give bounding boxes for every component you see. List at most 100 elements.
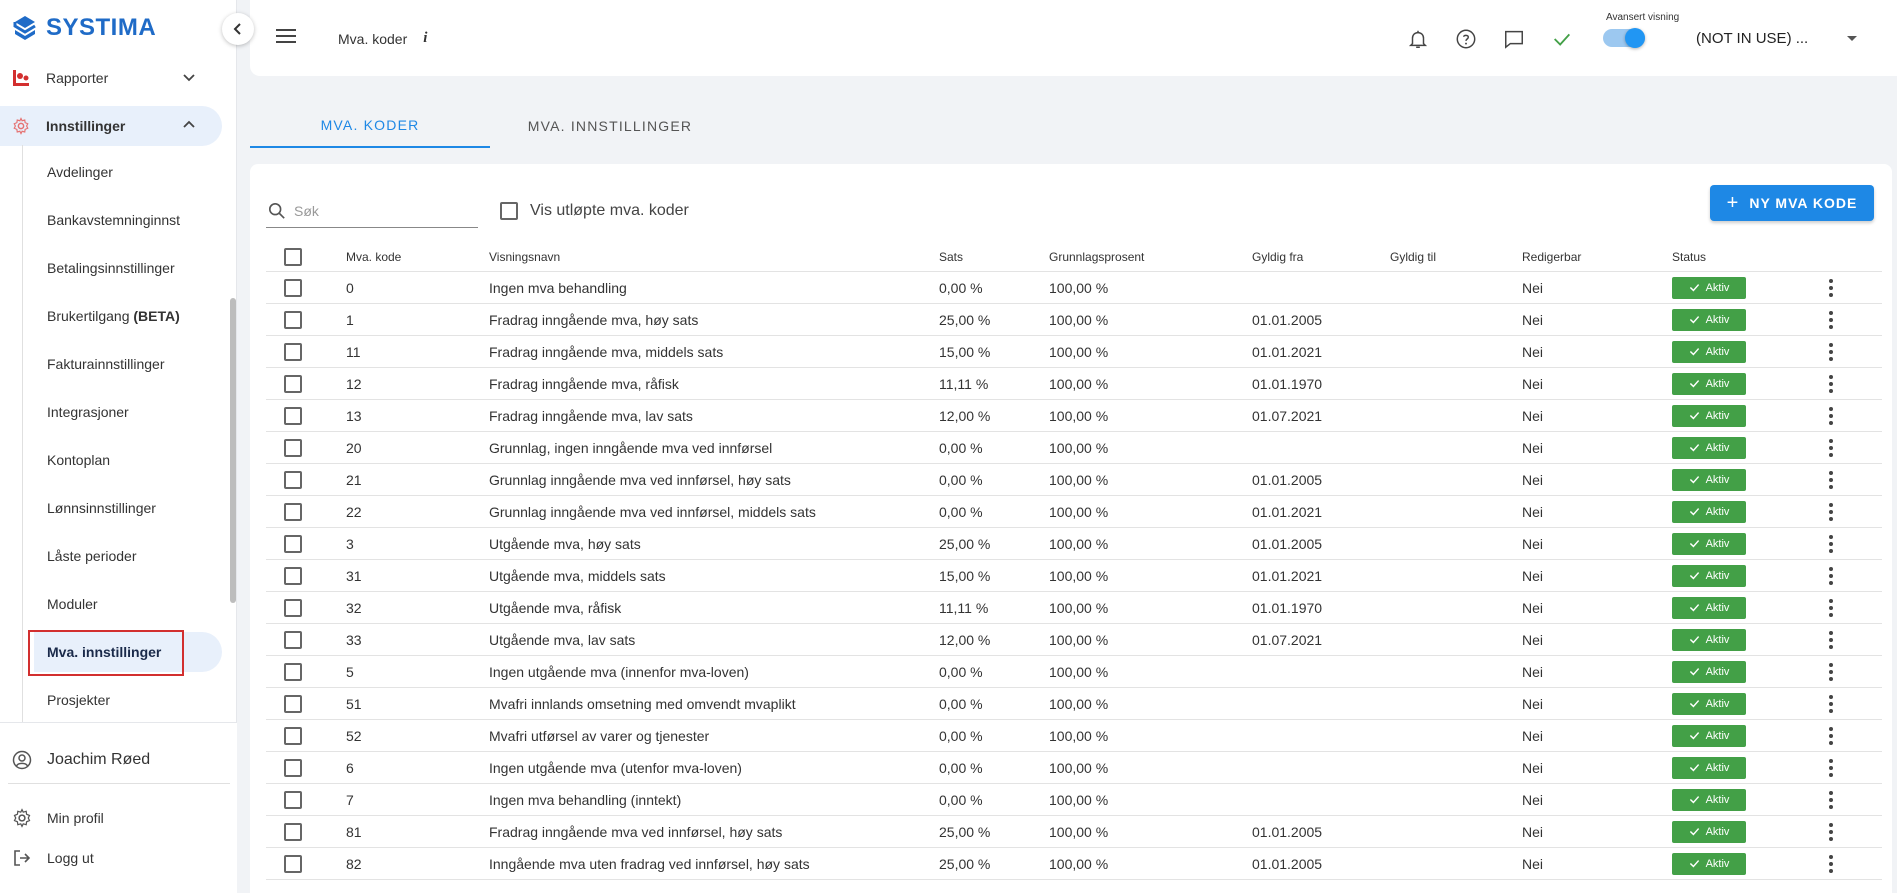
tab-mva-koder[interactable]: MVA. KODER (250, 104, 490, 148)
row-menu-icon[interactable] (1821, 528, 1841, 559)
row-checkbox[interactable] (284, 656, 302, 687)
new-vat-code-button[interactable]: + NY MVA KODE (1710, 185, 1874, 221)
show-expired-checkbox[interactable]: Vis utløpte mva. koder (500, 202, 689, 220)
hamburger-menu-icon[interactable] (276, 28, 296, 44)
sidebar-item-fakturainnstillinger[interactable]: Fakturainnstillinger (34, 344, 222, 384)
row-checkbox[interactable] (284, 592, 302, 623)
row-checkbox[interactable] (284, 816, 302, 847)
col-header-rate[interactable]: Sats (939, 242, 963, 271)
table-row[interactable]: 0 Ingen mva behandling 0,00 % 100,00 % Nei Ak… (266, 272, 1882, 304)
sidebar-item-kontoplan[interactable]: Kontoplan (34, 440, 222, 480)
row-menu-icon[interactable] (1821, 368, 1841, 399)
sidebar-item-laste-perioder[interactable]: Låste perioder (34, 536, 222, 576)
table-row[interactable]: 52 Mvafri utførsel av varer og tjenester 0… (266, 720, 1882, 752)
table-row[interactable]: 12 Fradrag inngående mva, råfisk 11,11 % 10… (266, 368, 1882, 400)
row-menu-icon[interactable] (1821, 784, 1841, 815)
row-checkbox[interactable] (284, 624, 302, 655)
user-profile[interactable]: Joachim Røed (0, 749, 230, 771)
table-row[interactable]: 33 Utgående mva, lav sats 12,00 % 100,00 % 0… (266, 624, 1882, 656)
help-icon[interactable] (1454, 27, 1478, 51)
table-row[interactable]: 32 Utgående mva, råfisk 11,11 % 100,00 % 01.… (266, 592, 1882, 624)
row-menu-icon[interactable] (1821, 496, 1841, 527)
col-header-to[interactable]: Gyldig til (1390, 242, 1436, 271)
table-row[interactable]: 5 Ingen utgående mva (innenfor mva-loven)… (266, 656, 1882, 688)
table-row[interactable]: 11 Fradrag inngående mva, middels sats 15,… (266, 336, 1882, 368)
row-menu-icon[interactable] (1821, 272, 1841, 303)
col-header-status[interactable]: Status (1672, 242, 1706, 271)
sidebar-item-rapporter[interactable]: Rapporter (0, 58, 222, 98)
row-menu-icon[interactable] (1821, 592, 1841, 623)
table-row[interactable]: 51 Mvafri innlands omsetning med omvendt … (266, 688, 1882, 720)
col-header-name[interactable]: Visningsnavn (489, 242, 560, 271)
bell-icon[interactable] (1406, 27, 1430, 51)
sidebar-item-avdelinger[interactable]: Avdelinger (34, 152, 222, 192)
table-row[interactable]: 13 Fradrag inngående mva, lav sats 12,00 %… (266, 400, 1882, 432)
row-checkbox[interactable] (284, 688, 302, 719)
status-badge[interactable]: Aktiv (1672, 656, 1746, 687)
sidebar-item-innstillinger[interactable]: Innstillinger (0, 106, 222, 146)
check-icon[interactable] (1550, 27, 1574, 51)
collapse-sidebar-button[interactable] (222, 13, 254, 45)
table-row[interactable]: 7 Ingen mva behandling (inntekt) 0,00 % 100… (266, 784, 1882, 816)
status-badge[interactable]: Aktiv (1672, 336, 1746, 367)
row-menu-icon[interactable] (1821, 816, 1841, 847)
status-badge[interactable]: Aktiv (1672, 304, 1746, 335)
row-menu-icon[interactable] (1821, 464, 1841, 495)
sidebar-item-lonnsinnstillinger[interactable]: Lønnsinnstillinger (34, 488, 222, 528)
status-badge[interactable]: Aktiv (1672, 720, 1746, 751)
sidebar-item-brukertilgang[interactable]: Brukertilgang (BETA) (34, 296, 222, 336)
table-row[interactable]: 3 Utgående mva, høy sats 25,00 % 100,00 % 01… (266, 528, 1882, 560)
sidebar-item-mva-innstillinger[interactable]: Mva. innstillinger (28, 630, 222, 676)
sidebar-item-integrasjoner[interactable]: Integrasjoner (34, 392, 222, 432)
status-badge[interactable]: Aktiv (1672, 368, 1746, 399)
table-row[interactable]: 81 Fradrag inngående mva ved innførsel, h… (266, 816, 1882, 848)
status-badge[interactable]: Aktiv (1672, 752, 1746, 783)
row-checkbox[interactable] (284, 848, 302, 879)
status-badge[interactable]: Aktiv (1672, 496, 1746, 527)
search-input[interactable] (294, 202, 464, 219)
col-header-from[interactable]: Gyldig fra (1252, 242, 1303, 271)
row-menu-icon[interactable] (1821, 656, 1841, 687)
row-checkbox[interactable] (284, 464, 302, 495)
status-badge[interactable]: Aktiv (1672, 688, 1746, 719)
status-badge[interactable]: Aktiv (1672, 432, 1746, 463)
sidebar-item-prosjekter[interactable]: Prosjekter (34, 680, 222, 720)
logout-link[interactable]: Logg ut (0, 847, 230, 869)
status-badge[interactable]: Aktiv (1672, 464, 1746, 495)
row-checkbox[interactable] (284, 368, 302, 399)
status-badge[interactable]: Aktiv (1672, 816, 1746, 847)
tab-mva-innstillinger[interactable]: MVA. INNSTILLINGER (490, 104, 730, 148)
row-checkbox[interactable] (284, 560, 302, 591)
sidebar-item-bankavstemming[interactable]: Bankavstemninginnst (34, 200, 222, 240)
status-badge[interactable]: Aktiv (1672, 528, 1746, 559)
sidebar-scrollbar[interactable] (230, 68, 236, 722)
row-menu-icon[interactable] (1821, 304, 1841, 335)
table-row[interactable]: 6 Ingen utgående mva (utenfor mva-loven) 0… (266, 752, 1882, 784)
scrollbar-thumb[interactable] (230, 298, 236, 603)
table-row[interactable]: 20 Grunnlag, ingen inngående mva ved innf… (266, 432, 1882, 464)
status-badge[interactable]: Aktiv (1672, 784, 1746, 815)
logo[interactable]: SYSTIMA (12, 12, 156, 44)
table-row[interactable]: 22 Grunnlag inngående mva ved innførsel, … (266, 496, 1882, 528)
checkbox[interactable] (500, 202, 518, 220)
row-checkbox[interactable] (284, 752, 302, 783)
min-profil-link[interactable]: Min profil (0, 807, 230, 829)
table-row[interactable]: 82 Inngående mva uten fradrag ved innførs… (266, 848, 1882, 880)
sidebar-item-moduler[interactable]: Moduler (34, 584, 222, 624)
row-menu-icon[interactable] (1821, 688, 1841, 719)
row-menu-icon[interactable] (1821, 624, 1841, 655)
status-badge[interactable]: Aktiv (1672, 848, 1746, 879)
col-header-code[interactable]: Mva. kode (346, 242, 401, 271)
row-checkbox[interactable] (284, 336, 302, 367)
row-checkbox[interactable] (284, 784, 302, 815)
company-selector[interactable]: (NOT IN USE) ... (1696, 30, 1808, 47)
status-badge[interactable]: Aktiv (1672, 560, 1746, 591)
info-icon[interactable]: i (423, 30, 427, 47)
table-row[interactable]: 31 Utgående mva, middels sats 15,00 % 100,0… (266, 560, 1882, 592)
search-field[interactable] (266, 194, 478, 228)
table-row[interactable]: 1 Fradrag inngående mva, høy sats 25,00 % 1… (266, 304, 1882, 336)
row-checkbox[interactable] (284, 400, 302, 431)
table-row[interactable]: 21 Grunnlag inngående mva ved innførsel, … (266, 464, 1882, 496)
row-menu-icon[interactable] (1821, 336, 1841, 367)
row-checkbox[interactable] (284, 432, 302, 463)
